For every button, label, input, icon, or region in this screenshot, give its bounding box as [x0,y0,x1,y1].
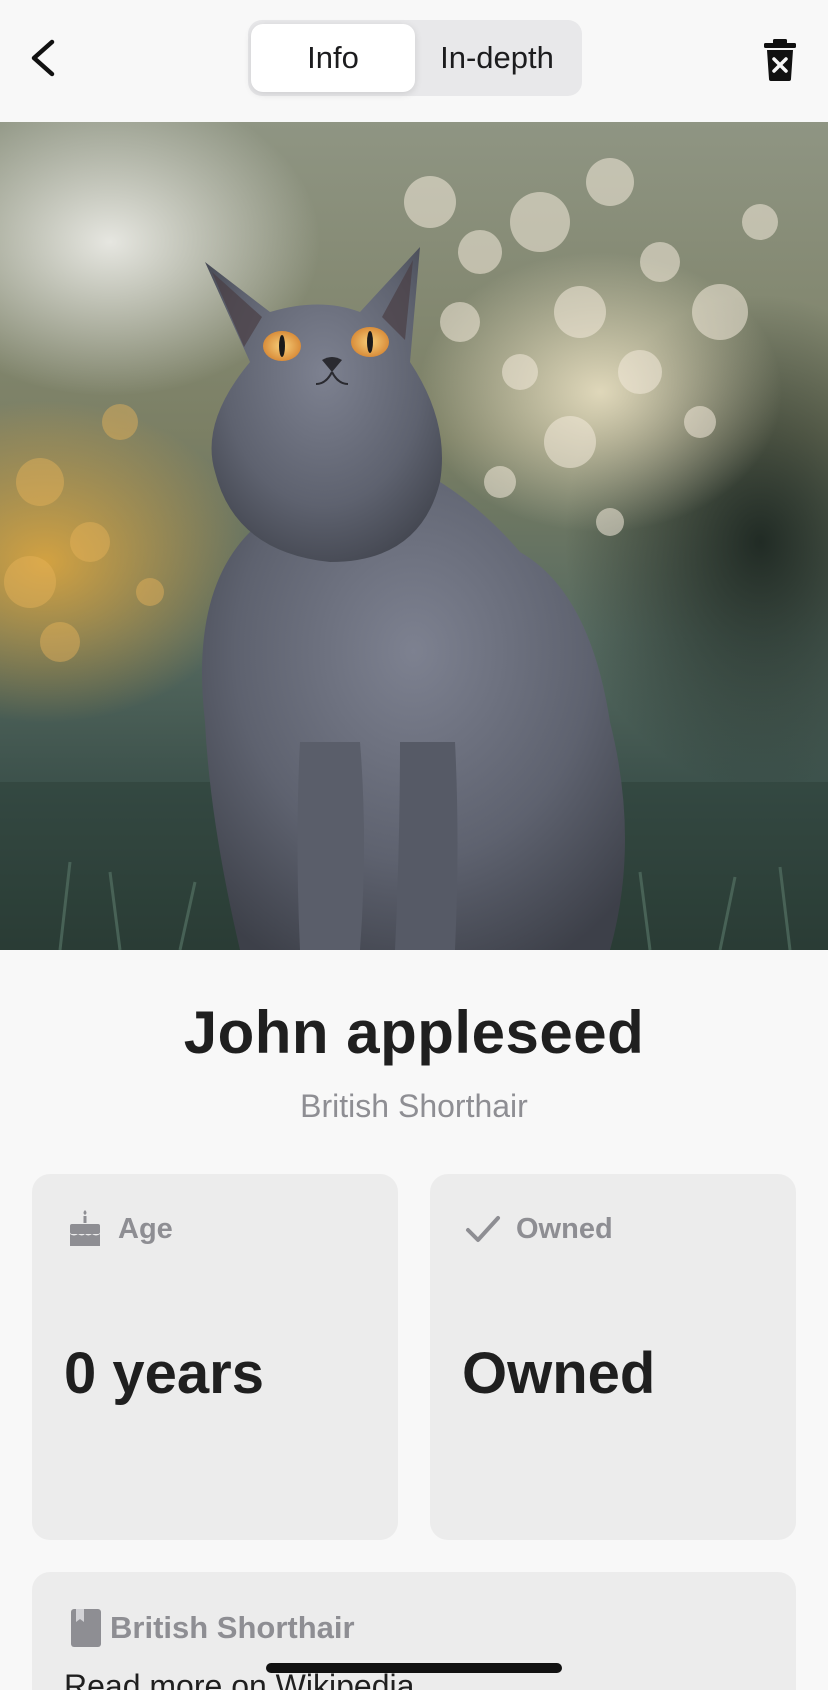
tab-in-depth[interactable]: In-depth [415,24,579,92]
wikipedia-card-header: British Shorthair [70,1608,355,1648]
delete-button[interactable] [756,36,804,84]
owned-card-title: Owned [516,1212,613,1245]
segmented-control: Info In-depth [248,20,582,96]
pet-photo [0,122,828,950]
pet-breed: British Shorthair [300,1088,528,1124]
owned-card: Owned Owned [430,1174,796,1540]
age-card: Age 0 years [32,1174,398,1540]
checkmark-icon [464,1210,502,1248]
cat-illustration [0,158,828,950]
owned-card-header: Owned [464,1210,613,1248]
trash-icon [764,39,796,81]
age-card-header: Age [66,1210,173,1248]
pet-name: John appleseed [183,999,645,1066]
back-button[interactable] [22,30,72,86]
wikipedia-card-title: British Shorthair [110,1610,355,1645]
top-navigation-bar: Info In-depth [0,0,828,122]
tab-info[interactable]: Info [251,24,415,92]
book-icon [70,1608,102,1648]
chevron-left-icon [31,39,55,77]
age-value: 0 years [64,1341,264,1406]
pet-detail-screen: Info In-depth John appleseed British Sho… [0,0,828,1690]
owned-value: Owned [462,1341,656,1406]
age-card-title: Age [118,1212,173,1245]
cake-icon [66,1210,104,1248]
home-indicator [266,1663,562,1673]
